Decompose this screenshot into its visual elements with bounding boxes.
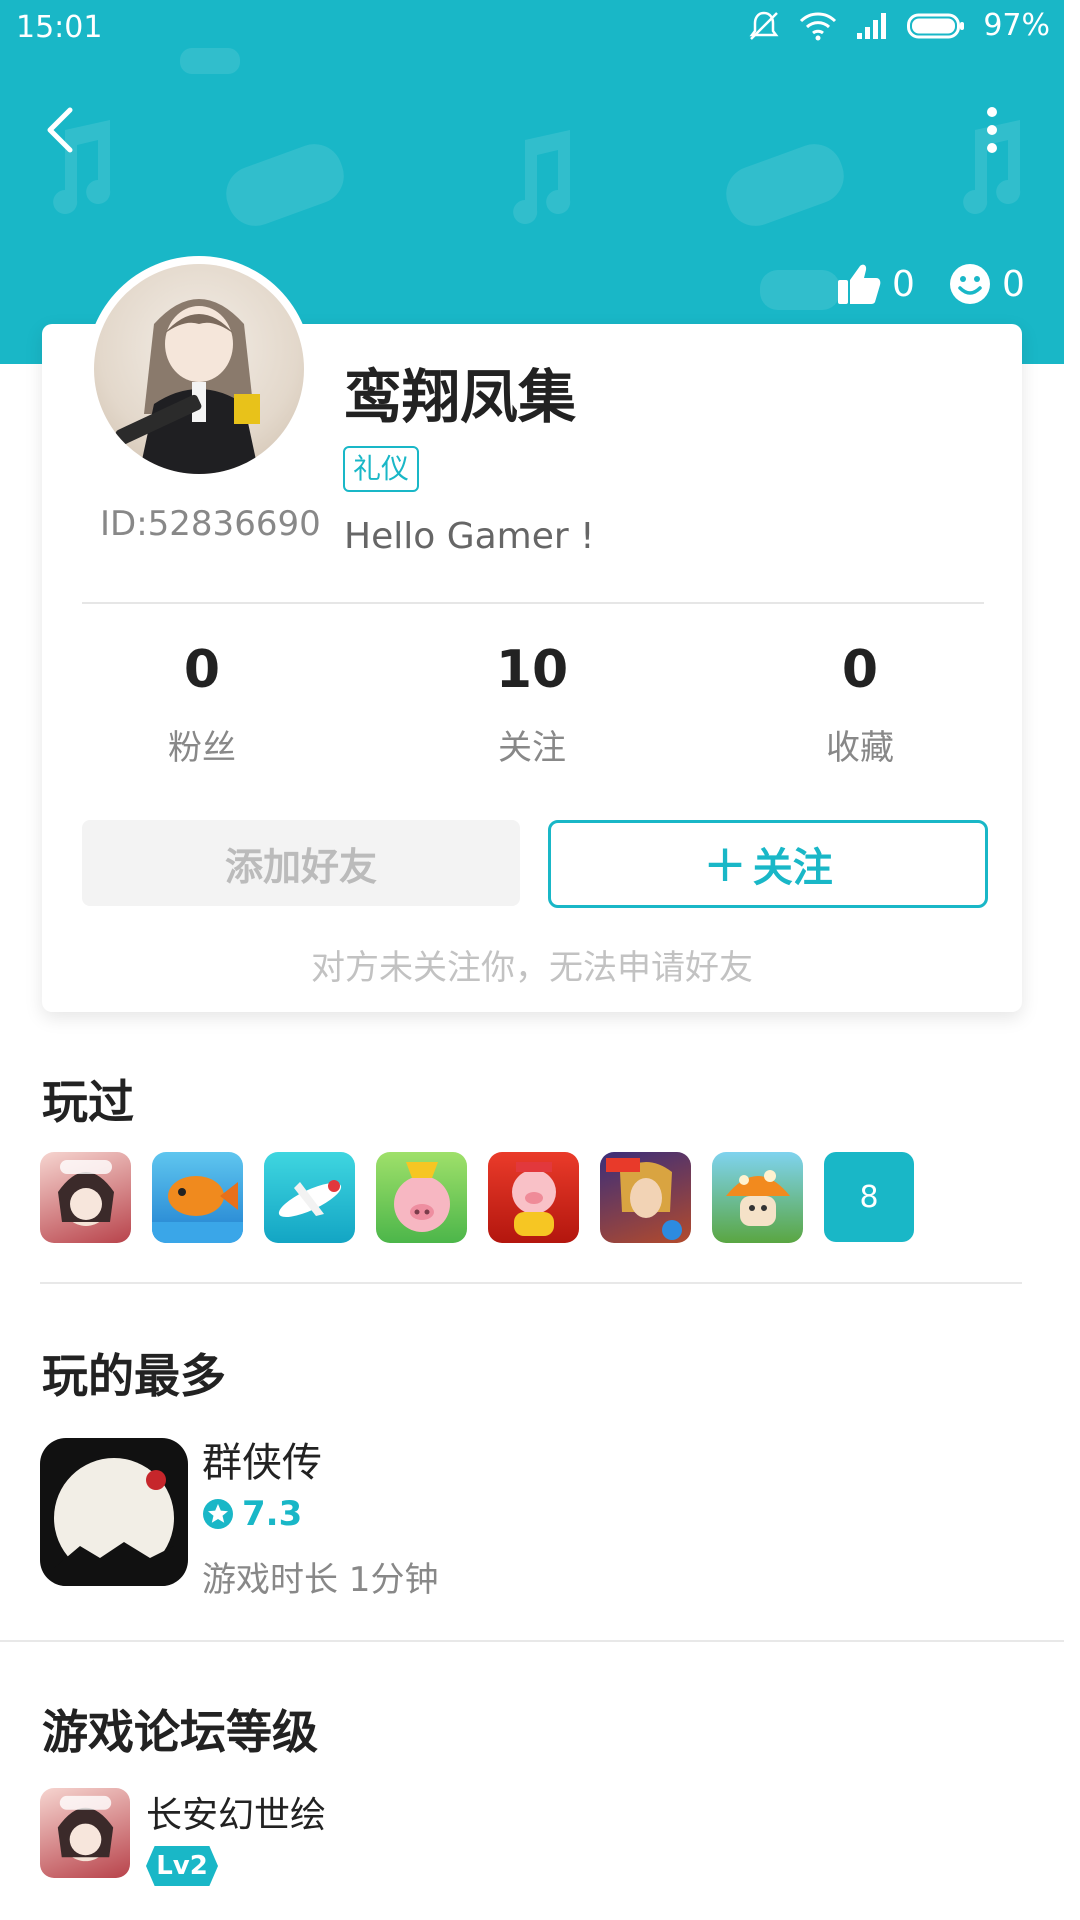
favorites-label: 收藏	[826, 728, 894, 768]
forum-game-name[interactable]: 长安幻世绘	[146, 1786, 326, 1838]
add-friend-button[interactable]: 添加好友	[82, 820, 520, 906]
more-vertical-icon	[987, 107, 997, 153]
play-time: 游戏时长 1分钟	[202, 1560, 439, 1600]
game-icon-2	[152, 1176, 243, 1243]
forum-game-icon[interactable]	[40, 1788, 130, 1878]
fans-stat[interactable]: 0 粉丝	[102, 640, 302, 769]
played-game-1[interactable]	[40, 1152, 131, 1243]
add-friend-hint: 对方未关注你，无法申请好友	[311, 948, 753, 988]
music-note-decoration-icon	[513, 130, 571, 224]
status-time: 15:01	[16, 10, 103, 45]
played-game-7[interactable]	[712, 1152, 803, 1243]
status-icons: 97%	[747, 8, 1050, 43]
more-played-games-button[interactable]: 8	[824, 1152, 914, 1242]
wifi-icon	[800, 11, 837, 40]
smile-count: 0	[1002, 263, 1025, 305]
status-bar: 15:01 97%	[0, 0, 1064, 56]
likes-counter[interactable]: 0	[836, 258, 915, 310]
gamepad-decoration-icon	[760, 270, 840, 310]
played-game-4[interactable]	[376, 1152, 467, 1243]
thumbs-up-icon	[838, 264, 881, 304]
user-tag-badge: 礼仪	[343, 446, 420, 492]
smile-counter[interactable]: 0	[948, 258, 1025, 310]
fans-count: 0	[183, 640, 221, 700]
forum-level-section-title: 游戏论坛等级	[42, 1705, 318, 1759]
most-played-game-rating: 7.3	[202, 1494, 302, 1534]
forum-level-badge: Lv2	[146, 1846, 218, 1886]
game-icon-qunxiazhuan	[54, 1458, 174, 1586]
smile-face-icon	[950, 264, 990, 304]
likes-count: 0	[892, 263, 915, 305]
more-options-button[interactable]	[972, 100, 1012, 160]
game-icon-7	[726, 1170, 790, 1226]
most-played-game-icon[interactable]	[40, 1438, 188, 1586]
played-game-6[interactable]	[600, 1152, 691, 1243]
star-rating-icon	[203, 1499, 233, 1529]
chevron-left-icon	[47, 107, 73, 153]
following-stat[interactable]: 10 关注	[432, 640, 632, 769]
game-icon-changan	[57, 1795, 114, 1862]
gamepad-decoration-icon	[726, 144, 844, 226]
avatar-illustration	[115, 299, 260, 474]
rating-value: 7.3	[242, 1494, 303, 1534]
most-played-game-name[interactable]: 群侠传	[202, 1430, 322, 1488]
avatar-image	[94, 264, 304, 474]
game-icon-1	[58, 1160, 114, 1226]
played-game-3[interactable]	[264, 1152, 355, 1243]
fans-label: 粉丝	[168, 728, 236, 768]
card-divider	[82, 602, 984, 604]
user-bio: Hello Gamer !	[344, 516, 595, 557]
gamepad-decoration-icon	[226, 144, 344, 226]
following-label: 关注	[498, 728, 566, 768]
played-games-list: 8	[40, 1152, 914, 1243]
battery-percentage: 97%	[983, 8, 1050, 43]
favorites-stat[interactable]: 0 收藏	[760, 640, 960, 769]
game-icon-3	[278, 1180, 342, 1217]
screen-edge	[1064, 0, 1080, 364]
game-icon-6	[606, 1158, 682, 1240]
user-id: ID:52836690	[100, 504, 321, 544]
played-game-2[interactable]	[152, 1152, 243, 1243]
most-played-section-title: 玩的最多	[42, 1349, 226, 1403]
avatar[interactable]	[86, 256, 312, 482]
played-section-title: 玩过	[42, 1075, 134, 1129]
follow-button[interactable]: + 关注	[548, 820, 988, 908]
notification-muted-icon	[749, 11, 779, 40]
game-icon-5	[512, 1162, 556, 1236]
game-icon-4	[394, 1162, 450, 1232]
favorites-count: 0	[841, 640, 879, 700]
following-count: 10	[495, 640, 569, 700]
plus-icon: +	[703, 834, 747, 894]
battery-icon	[907, 13, 965, 38]
back-button[interactable]	[40, 100, 80, 160]
played-game-5[interactable]	[488, 1152, 579, 1243]
section-divider	[0, 1640, 1064, 1642]
signal-icon	[857, 12, 887, 39]
follow-button-label: 关注	[752, 845, 833, 891]
section-divider	[40, 1282, 1022, 1284]
user-name: 鸾翔凤集	[344, 363, 577, 431]
